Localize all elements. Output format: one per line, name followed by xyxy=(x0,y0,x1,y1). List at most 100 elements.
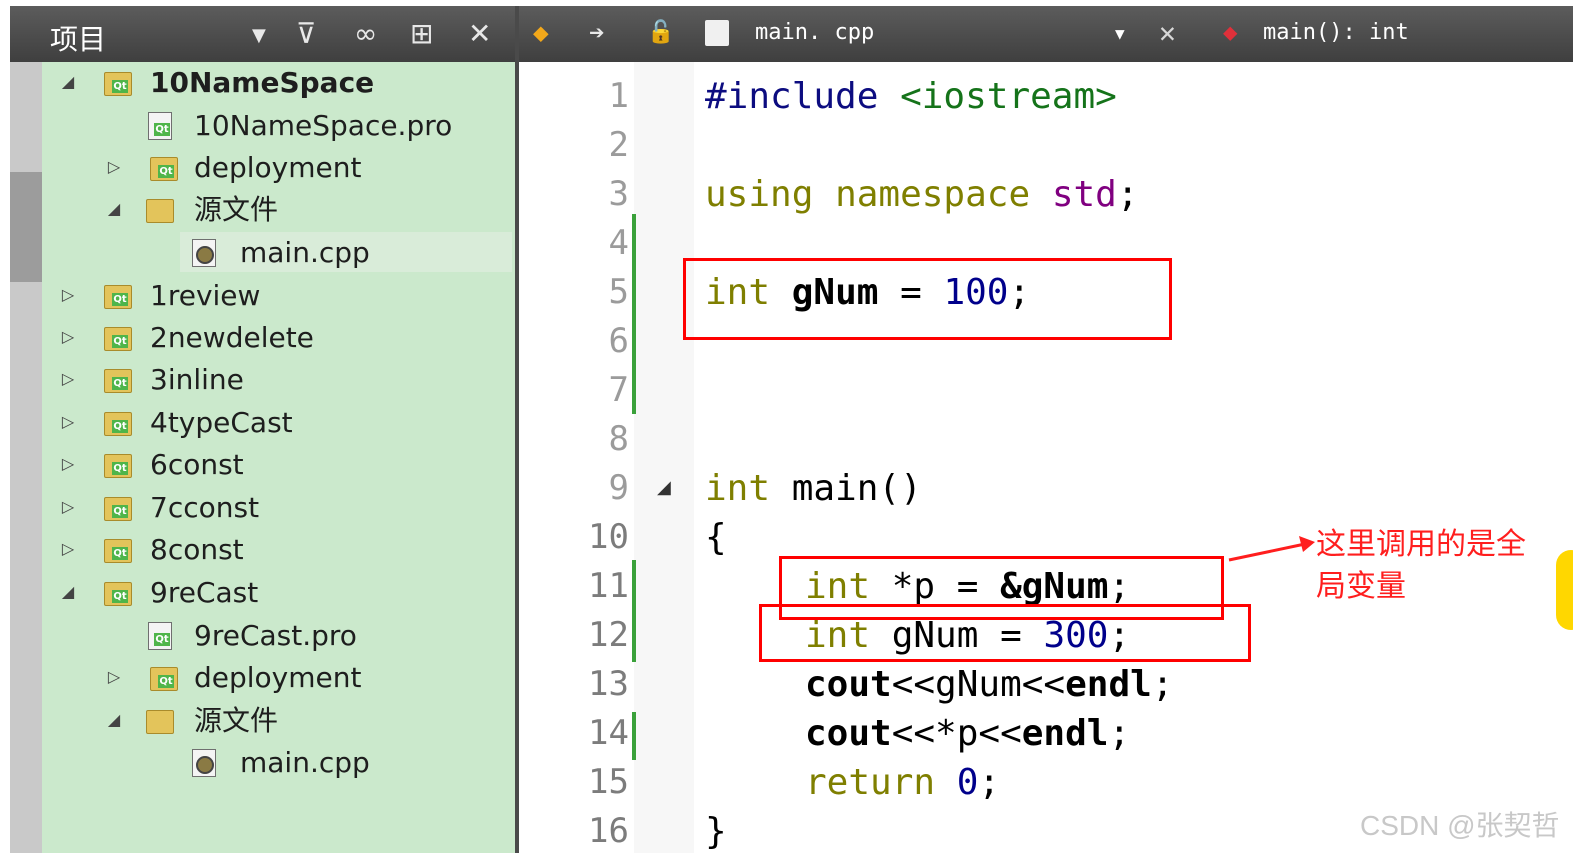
tree-node-label: 7cconst xyxy=(150,491,260,524)
expand-arrow-icon[interactable]: ▷ xyxy=(58,529,78,569)
watermark: CSDN @张契哲 xyxy=(1360,810,1560,841)
window-left-edge xyxy=(0,0,10,853)
forward-arrow-icon[interactable]: ➔ xyxy=(589,18,605,48)
tree-node[interactable]: ▷ Qt 1review xyxy=(58,275,261,315)
line-number: 1 xyxy=(608,76,629,116)
back-arrow-icon[interactable]: ◆ xyxy=(533,18,549,48)
line-number: 12 xyxy=(588,615,629,655)
tree-node[interactable]: ◢ Qt 10NameSpace xyxy=(58,62,374,102)
line-number: 11 xyxy=(588,566,629,606)
line-number: 15 xyxy=(588,762,629,802)
line-number: 5 xyxy=(608,272,629,312)
file-dropdown-arrow-icon[interactable]: ▼ xyxy=(1115,24,1125,43)
cpp-folder-icon xyxy=(144,195,174,223)
fold-arrow-icon[interactable]: ◢ xyxy=(657,477,671,498)
highlight-box-local xyxy=(759,604,1251,662)
expand-arrow-icon[interactable]: ▷ xyxy=(58,275,78,315)
line-number: 8 xyxy=(608,419,629,459)
expand-arrow-icon[interactable]: ▷ xyxy=(58,317,78,357)
line-number: 2 xyxy=(608,125,629,165)
close-file-icon[interactable]: ✕ xyxy=(1159,16,1176,49)
tree-node-label: 9reCast xyxy=(150,576,259,609)
line-number: 14 xyxy=(588,713,629,753)
tree-node[interactable]: ◢ Qt 9reCast xyxy=(58,572,258,612)
qt-folder-icon: Qt xyxy=(102,535,132,563)
qt-folder-icon: Qt xyxy=(102,493,132,521)
collapse-arrow-icon[interactable]: ◢ xyxy=(104,700,124,740)
current-file-name[interactable]: main. cpp xyxy=(755,20,874,45)
tree-node[interactable]: ▷ Qt deployment xyxy=(58,657,362,697)
line-number: 4 xyxy=(608,223,629,263)
qt-folder-icon: Qt xyxy=(148,663,178,691)
change-marker xyxy=(632,712,636,760)
collapse-arrow-icon[interactable]: ◢ xyxy=(58,572,78,612)
code-line-15: return 0; xyxy=(805,762,1001,803)
expand-arrow-icon[interactable]: ▷ xyxy=(104,147,124,187)
fold-gutter xyxy=(634,62,694,853)
tree-node[interactable]: ◢ 源文件 xyxy=(58,700,278,740)
close-icon[interactable]: ✕ xyxy=(468,16,491,52)
tree-node[interactable]: Qt 9reCast.pro xyxy=(58,615,357,655)
gutter-segment xyxy=(10,62,42,172)
collapse-arrow-icon[interactable]: ◢ xyxy=(58,62,78,102)
code-line-10: { xyxy=(705,517,727,558)
line-number: 6 xyxy=(608,321,629,361)
expand-arrow-icon[interactable]: ▷ xyxy=(58,402,78,442)
tree-node-label: main.cpp xyxy=(240,236,370,269)
qt-folder-icon: Qt xyxy=(102,578,132,606)
expand-arrow-icon[interactable]: ▷ xyxy=(104,657,124,697)
change-marker xyxy=(632,214,636,414)
lock-icon[interactable]: 🔓 xyxy=(647,20,674,45)
qt-folder-icon: Qt xyxy=(102,408,132,436)
qt-folder-icon: Qt xyxy=(148,153,178,181)
line-number: 7 xyxy=(608,370,629,410)
tree-node-label: 4typeCast xyxy=(150,406,293,439)
tree-node[interactable]: ◢ 源文件 xyxy=(58,189,278,229)
tree-node[interactable]: ▷ Qt 7cconst xyxy=(58,487,259,527)
cpp-file-icon xyxy=(188,238,218,267)
expand-arrow-icon[interactable]: ▷ xyxy=(58,487,78,527)
tree-node[interactable]: Qt 10NameSpace.pro xyxy=(58,105,452,145)
expand-arrow-icon[interactable]: ▷ xyxy=(58,359,78,399)
tree-node-label: 1review xyxy=(150,279,261,312)
tree-scroll-gutter[interactable] xyxy=(10,62,42,853)
qt-folder-icon: Qt xyxy=(102,450,132,478)
qt-folder-icon: Qt xyxy=(102,68,132,96)
collapse-arrow-icon[interactable]: ◢ xyxy=(104,189,124,229)
line-number: 10 xyxy=(588,517,629,557)
function-scope[interactable]: main(): int xyxy=(1263,20,1409,45)
project-panel-title: 项目 xyxy=(50,23,107,56)
tree-node[interactable]: ▷ Qt 2newdelete xyxy=(58,317,314,357)
cpp-file-icon xyxy=(188,748,218,777)
tree-node[interactable]: ▷ Qt 4typeCast xyxy=(58,402,293,442)
line-number: 3 xyxy=(608,174,629,214)
annotation-text: 这里调用的是全局变量 xyxy=(1316,527,1526,604)
tree-node-label: 6const xyxy=(150,448,244,481)
tree-node[interactable]: ▷ Qt deployment xyxy=(58,147,362,187)
tree-node[interactable]: ▷ Qt 8const xyxy=(58,529,244,569)
project-panel-header: 项目 ▼ ⊽ ∞ ⊞ ✕ xyxy=(10,6,517,62)
qt-folder-icon: Qt xyxy=(102,281,132,309)
tree-node[interactable]: ▷ Qt 3inline xyxy=(58,359,244,399)
tree-node-label: deployment xyxy=(194,151,362,184)
code-line-9: int main() xyxy=(705,468,922,509)
code-line-14: cout<<*p<<endl; xyxy=(805,713,1131,754)
qt-folder-icon: Qt xyxy=(102,365,132,393)
code-line-13: cout<<gNum<<endl; xyxy=(805,664,1174,705)
tree-node-label: 3inline xyxy=(150,363,244,396)
code-line-16: } xyxy=(705,811,727,852)
tree-node[interactable]: ▷ Qt 6const xyxy=(58,444,244,484)
link-icon[interactable]: ∞ xyxy=(354,16,377,52)
cpp-folder-icon xyxy=(144,706,174,734)
expand-arrow-icon[interactable]: ▷ xyxy=(58,444,78,484)
line-number: 9 xyxy=(608,468,629,508)
line-number: 13 xyxy=(588,664,629,704)
pro-file-icon: Qt xyxy=(144,621,174,650)
tree-node[interactable]: main.cpp xyxy=(58,232,370,272)
split-add-icon[interactable]: ⊞ xyxy=(410,16,433,52)
tree-node[interactable]: main.cpp xyxy=(58,742,370,782)
function-icon: ◆ xyxy=(1223,18,1238,46)
dropdown-arrow-icon[interactable]: ▼ xyxy=(252,18,266,54)
filter-icon[interactable]: ⊽ xyxy=(296,16,317,52)
qt-folder-icon: Qt xyxy=(102,323,132,351)
